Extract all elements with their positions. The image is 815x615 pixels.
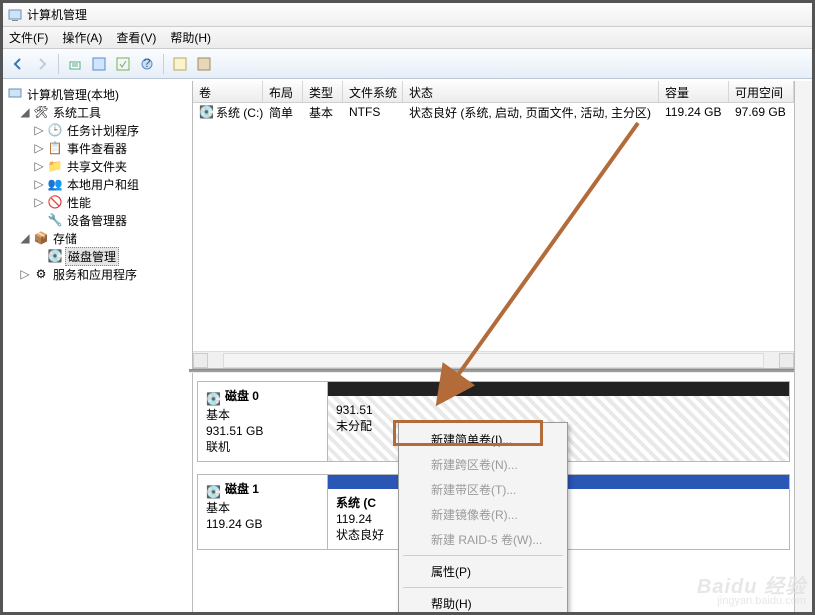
expand-icon[interactable]: ▷: [33, 141, 45, 155]
menu-action[interactable]: 操作(A): [62, 29, 102, 46]
volume-icon: 💽: [199, 105, 214, 119]
disk-icon: 💽: [206, 391, 221, 407]
expand-icon[interactable]: ▷: [33, 123, 45, 137]
expand-icon[interactable]: ▷: [33, 177, 45, 191]
view1-button[interactable]: [169, 53, 191, 75]
tree-services-apps[interactable]: ▷ ⚙ 服务和应用程序: [5, 265, 190, 283]
tree-storage[interactable]: ◢ 📦 存储: [5, 229, 190, 247]
ctx-new-raid5-volume: 新建 RAID-5 卷(W)...: [401, 527, 565, 552]
help-button[interactable]: ?: [136, 53, 158, 75]
col-free[interactable]: 可用空间: [729, 81, 794, 102]
disk-icon: 💽: [47, 248, 63, 264]
storage-icon: 📦: [33, 230, 49, 246]
ctx-help[interactable]: 帮助(H): [401, 591, 565, 615]
col-capacity[interactable]: 容量: [659, 81, 729, 102]
ctx-new-simple-volume[interactable]: 新建简单卷(I)...: [401, 427, 565, 452]
col-volume[interactable]: 卷: [193, 81, 263, 102]
computer-icon: [7, 86, 23, 102]
refresh-button[interactable]: [112, 53, 134, 75]
ctx-separator: [403, 587, 563, 588]
tree-root[interactable]: 计算机管理(本地): [5, 85, 190, 103]
menu-help[interactable]: 帮助(H): [170, 29, 211, 46]
app-window: 计算机管理 文件(F) 操作(A) 查看(V) 帮助(H) ? 计算机管理(本地…: [0, 0, 815, 615]
perf-icon: 🚫: [47, 194, 63, 210]
titlebar: 计算机管理: [3, 3, 812, 27]
scroll-track[interactable]: [223, 353, 764, 368]
disk-info: 💽磁盘 0 基本 931.51 GB 联机: [198, 382, 328, 461]
nav-back-button[interactable]: [7, 53, 29, 75]
expand-icon[interactable]: ▷: [19, 267, 31, 281]
view2-button[interactable]: [193, 53, 215, 75]
tree-performance[interactable]: ▷ 🚫 性能: [5, 193, 190, 211]
app-icon: [7, 7, 23, 23]
menu-file[interactable]: 文件(F): [9, 29, 48, 46]
disk-icon: 💽: [206, 484, 221, 500]
ctx-new-mirror-volume: 新建镜像卷(R)...: [401, 502, 565, 527]
clock-icon: 🕒: [47, 122, 63, 138]
tree-task-scheduler[interactable]: ▷ 🕒 任务计划程序: [5, 121, 190, 139]
tree-device-manager[interactable]: 🔧 设备管理器: [5, 211, 190, 229]
scroll-left-icon[interactable]: [193, 353, 208, 368]
up-button[interactable]: [64, 53, 86, 75]
svg-text:?: ?: [144, 57, 151, 70]
action-pane-collapsed[interactable]: [794, 81, 812, 612]
ctx-new-stripe-volume: 新建带区卷(T)...: [401, 477, 565, 502]
toolbar: ?: [3, 49, 812, 79]
nav-tree: 计算机管理(本地) ◢ 🛠 系统工具 ▷ 🕒 任务计划程序 ▷ 📋 事件查看器: [3, 81, 193, 612]
collapse-icon[interactable]: ◢: [19, 105, 31, 119]
scroll-right-icon[interactable]: [779, 353, 794, 368]
ctx-separator: [403, 555, 563, 556]
col-layout[interactable]: 布局: [263, 81, 303, 102]
col-type[interactable]: 类型: [303, 81, 343, 102]
tree-shared-folders[interactable]: ▷ 📁 共享文件夹: [5, 157, 190, 175]
folder-share-icon: 📁: [47, 158, 63, 174]
disk-info: 💽磁盘 1 基本 119.24 GB: [198, 475, 328, 549]
ctx-new-span-volume: 新建跨区卷(N)...: [401, 452, 565, 477]
tree-disk-management[interactable]: 💽 磁盘管理: [5, 247, 190, 265]
expand-icon[interactable]: ▷: [33, 159, 45, 173]
expand-icon[interactable]: ▷: [33, 195, 45, 209]
toolbar-separator: [163, 54, 164, 74]
window-title: 计算机管理: [27, 6, 87, 23]
col-fs[interactable]: 文件系统: [343, 81, 403, 102]
ctx-properties[interactable]: 属性(P): [401, 559, 565, 584]
tree-local-users[interactable]: ▷ 👥 本地用户和组: [5, 175, 190, 193]
tree-system-tools[interactable]: ◢ 🛠 系统工具: [5, 103, 190, 121]
context-menu: 新建简单卷(I)... 新建跨区卷(N)... 新建带区卷(T)... 新建镜像…: [398, 422, 568, 615]
users-icon: 👥: [47, 176, 63, 192]
nav-forward-button[interactable]: [31, 53, 53, 75]
volume-row[interactable]: 💽 系统 (C:) 简单 基本 NTFS 状态良好 (系统, 启动, 页面文件,…: [193, 103, 794, 121]
volume-list-header: 卷 布局 类型 文件系统 状态 容量 可用空间: [193, 81, 794, 103]
h-scrollbar[interactable]: [193, 351, 794, 368]
device-icon: 🔧: [47, 212, 63, 228]
toolbar-separator: [58, 54, 59, 74]
menubar: 文件(F) 操作(A) 查看(V) 帮助(H): [3, 27, 812, 49]
collapse-icon[interactable]: ◢: [19, 231, 31, 245]
volume-list: 卷 布局 类型 文件系统 状态 容量 可用空间 💽 系统 (C:) 简单 基本 …: [193, 81, 794, 369]
menu-view[interactable]: 查看(V): [116, 29, 156, 46]
col-status[interactable]: 状态: [403, 81, 659, 102]
tree-event-viewer[interactable]: ▷ 📋 事件查看器: [5, 139, 190, 157]
properties-button[interactable]: [88, 53, 110, 75]
partition-bar: [328, 382, 789, 396]
event-icon: 📋: [47, 140, 63, 156]
services-icon: ⚙: [33, 266, 49, 282]
pane-splitter[interactable]: [189, 369, 798, 373]
wrench-icon: 🛠: [33, 104, 49, 120]
